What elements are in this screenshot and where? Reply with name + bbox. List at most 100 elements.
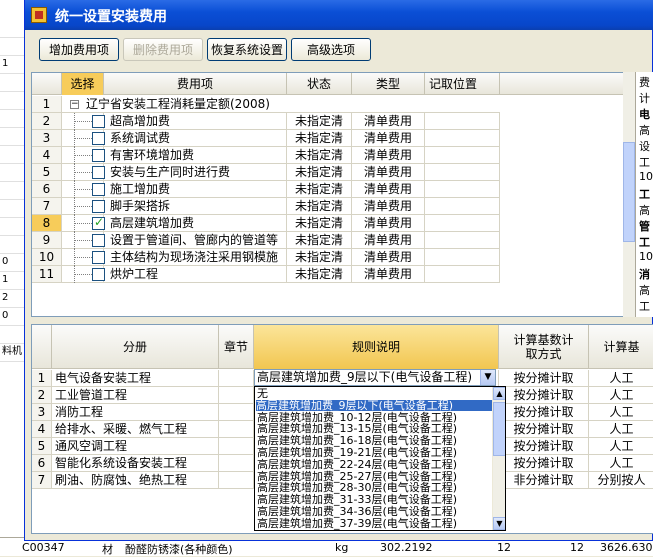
chapter-cell[interactable] [219, 387, 254, 404]
fee-row[interactable]: 8 高层建筑增加费未指定清清单费用 [32, 215, 633, 232]
bg-left-cell: 0 [0, 254, 26, 272]
description-text: 高 [639, 284, 650, 297]
chapter-cell[interactable] [219, 438, 254, 455]
window-title: 统一设置安装费用 [55, 9, 167, 25]
row-number: 5 [32, 164, 62, 181]
volume-name: 消防工程 [52, 404, 219, 421]
fee-row[interactable]: 10 主体结构为现场浇注采用钢模施 未指定清 清单费用 [32, 249, 633, 266]
row-number: 8 [32, 215, 62, 232]
restore-settings-button[interactable]: 恢复系统设置 [207, 38, 287, 61]
chapter-cell[interactable] [219, 404, 254, 421]
bg-type: 材 [102, 543, 113, 556]
row-number: 7 [32, 198, 62, 215]
bg-left-cell [0, 38, 26, 56]
group-name: 辽宁省安装工程消耗量定额(2008) [86, 96, 416, 113]
description-text: 工 [639, 300, 650, 313]
dropdown-option[interactable]: 高层建筑增加费_25-27层(电气设备工程) [257, 471, 457, 482]
calc-method: 按分摊计取 [499, 421, 589, 438]
fee-row[interactable]: 4 有害环境增加费 未指定清 清单费用 [32, 147, 633, 164]
volume-name: 通风空调工程 [52, 438, 219, 455]
header-status[interactable]: 状态 [287, 73, 352, 95]
fee-row[interactable]: 2 超高增加费 未指定清 清单费用 [32, 113, 633, 130]
header-chapter[interactable]: 章节 [219, 325, 254, 369]
bg-material: 酚醛防锈漆(各种颜色) [125, 543, 233, 556]
fee-location[interactable] [425, 147, 500, 164]
description-text: 管 [639, 220, 650, 233]
delete-fee-button[interactable]: 删除费用项 [123, 38, 203, 61]
chapter-cell[interactable] [219, 472, 254, 489]
row-number: 7 [32, 472, 52, 489]
dropdown-option[interactable]: 高层建筑增加费_9层以下(电气设备工程) [256, 399, 492, 411]
header-fee-item[interactable]: 费用项 [104, 73, 287, 95]
fee-row[interactable]: 7 脚手架搭拆 未指定清 清单费用 [32, 198, 633, 215]
fee-row[interactable]: 3 系统调试费 未指定清 清单费用 [32, 130, 633, 147]
fee-location[interactable] [425, 266, 500, 283]
calc-base: 人工 [589, 370, 653, 387]
dropdown-option[interactable]: 高层建筑增加费_31-33层(电气设备工程) [257, 494, 457, 505]
chapter-cell[interactable] [219, 421, 254, 438]
row-number: 3 [32, 404, 52, 421]
header-type[interactable]: 类型 [352, 73, 425, 95]
description-text: 工 [639, 236, 650, 249]
fee-location[interactable] [425, 198, 500, 215]
fee-row[interactable]: 6 施工增加费 未指定清 清单费用 [32, 181, 633, 198]
fee-location[interactable] [425, 113, 500, 130]
dropdown-option[interactable]: 无 [257, 388, 268, 399]
dropdown-option[interactable]: 高层建筑增加费_37-39层(电气设备工程) [257, 518, 457, 529]
dropdown-option[interactable]: 高层建筑增加费_16-18层(电气设备工程) [257, 435, 457, 446]
calc-base: 人工 [589, 387, 653, 404]
fee-location[interactable] [425, 215, 500, 232]
bg-left-cell [0, 326, 26, 344]
calc-base: 人工 [589, 438, 653, 455]
header-calc-method[interactable]: 计算基数计取方式 [499, 325, 589, 369]
fee-location[interactable] [425, 181, 500, 198]
dropdown-scrollbar[interactable]: ▲ ▼ [492, 387, 505, 530]
fee-row[interactable]: 5 安装与生产同时进行费 未指定清 清单费用 [32, 164, 633, 181]
dropdown-option[interactable]: 高层建筑增加费_34-36层(电气设备工程) [257, 506, 457, 517]
collapse-icon[interactable]: − [70, 100, 79, 109]
bg-qty: 302.2192 [380, 541, 433, 554]
header-calc-base[interactable]: 计算基 [589, 325, 653, 369]
scroll-down-icon[interactable]: ▼ [493, 517, 505, 530]
advanced-options-button[interactable]: 高级选项 [291, 38, 371, 61]
description-text: 工 [639, 188, 650, 201]
fee-row[interactable]: 9 设置于管道间、管廊内的管道等 未指定清 清单费用 [32, 232, 633, 249]
dropdown-option[interactable]: 高层建筑增加费_22-24层(电气设备工程) [257, 459, 457, 470]
scroll-up-icon[interactable]: ▲ [493, 387, 505, 400]
chevron-down-icon[interactable]: ▼ [480, 370, 495, 385]
bg-left-cell: 1 [0, 56, 26, 74]
fee-row[interactable]: 11 烘炉工程 未指定清 清单费用 [32, 266, 633, 283]
header-location[interactable]: 记取位置 [425, 73, 500, 95]
dropdown-option[interactable]: 高层建筑增加费_13-15层(电气设备工程) [257, 423, 457, 434]
fee-name: 高层建筑增加费 [104, 215, 287, 232]
header-rule[interactable]: 规则说明 [254, 325, 499, 369]
add-fee-button[interactable]: 增加费用项 [39, 38, 119, 61]
bg-unit: kg [335, 541, 349, 554]
row-number: 3 [32, 130, 62, 147]
dropdown-option[interactable]: 高层建筑增加费_19-21层(电气设备工程) [257, 447, 457, 458]
header-select[interactable]: 选择 [62, 73, 104, 95]
fee-grid-scrollbar[interactable] [623, 72, 635, 317]
fee-location[interactable] [425, 232, 500, 249]
title-bar[interactable]: 统一设置安装费用 [25, 0, 653, 30]
background-left-column: 1 0 1 2 0 料机 [0, 0, 26, 556]
chapter-cell[interactable] [219, 455, 254, 472]
bg-left-cell [0, 200, 26, 218]
rule-dropdown-list[interactable]: 无高层建筑增加费_9层以下(电气设备工程) 高层建筑增加费_10-12层(电气设备… [254, 386, 506, 531]
chapter-cell[interactable] [219, 370, 254, 387]
fee-row[interactable]: 1− 辽宁省安装工程消耗量定额(2008) [32, 96, 633, 113]
fee-location[interactable] [425, 130, 500, 147]
volume-name: 智能化系统设备安装工程 [52, 455, 219, 472]
bg-left-cell [0, 182, 26, 200]
fee-type: 清单费用 [352, 266, 425, 283]
fee-location[interactable] [425, 164, 500, 181]
dropdown-option[interactable]: 高层建筑增加费_10-12层(电气设备工程) [257, 412, 457, 423]
rule-combobox[interactable]: 高层建筑增加费_9层以下(电气设备工程) ▼ [254, 369, 496, 386]
row-number: 4 [32, 147, 62, 164]
fee-status: 未指定清 [287, 113, 352, 130]
fee-name: 安装与生产同时进行费 [104, 164, 287, 181]
fee-location[interactable] [425, 249, 500, 266]
dropdown-option[interactable]: 高层建筑增加费_28-30层(电气设备工程) [257, 482, 457, 493]
header-volume[interactable]: 分册 [52, 325, 219, 369]
bg-code: C00347 [22, 541, 65, 554]
